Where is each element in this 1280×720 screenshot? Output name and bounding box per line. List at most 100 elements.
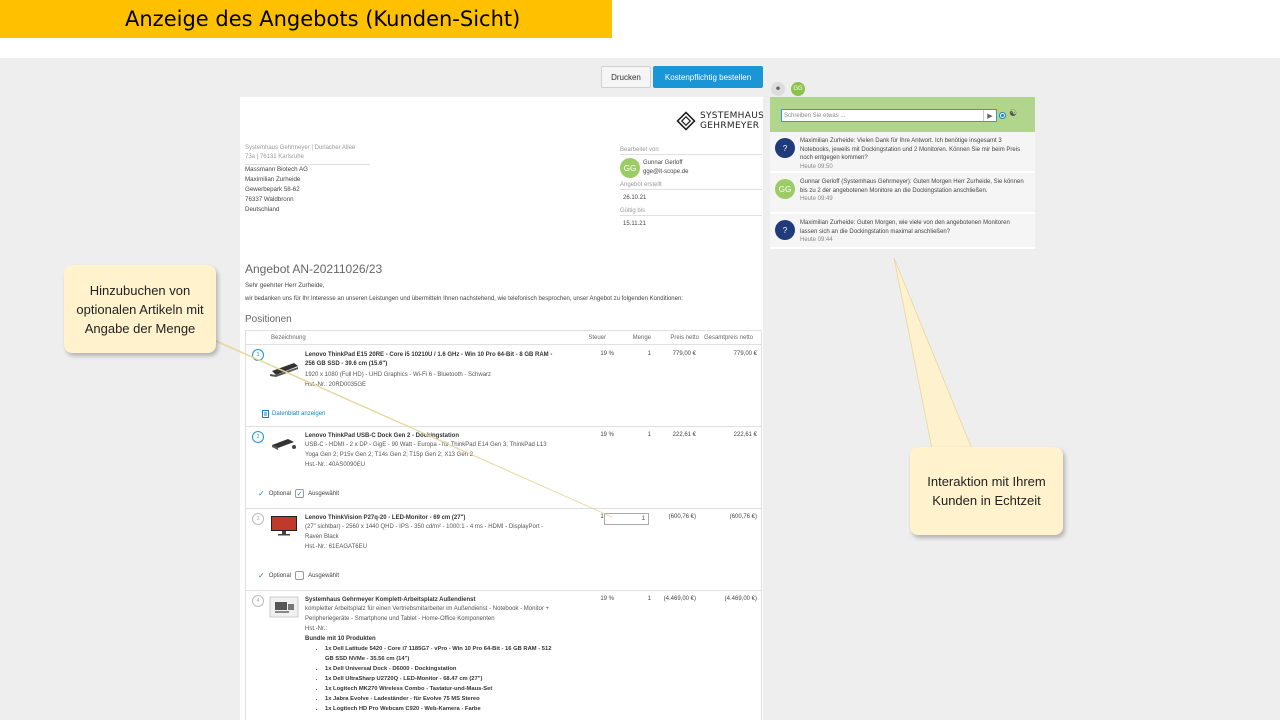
laptop-thumbnail [270, 363, 298, 377]
message-time: Heute 09:49 [800, 196, 833, 203]
user-avatar[interactable]: GG [791, 82, 805, 96]
bundle-list: Bundle mit 10 Produkten 1x Dell Latitude… [305, 634, 555, 714]
logo-line1: SYSTEMHAUS [700, 111, 763, 121]
editor-email[interactable]: gge@it-scope.de [643, 168, 688, 177]
row-net: 222,61 € [672, 432, 696, 438]
product-name: Lenovo ThinkPad E15 20RE - Core i5 10210… [305, 352, 553, 367]
positions-heading: Positionen [245, 314, 292, 325]
bundle-item: 1x Jabra Evolve - Ladeständer - für Evol… [325, 694, 555, 704]
table-row: 4 Systemhaus Gehrmeyer Komplett-Arbeitsp… [246, 591, 761, 720]
document-icon [262, 410, 269, 418]
row-tax: 19 % [600, 351, 614, 357]
callout-optional-items: Hinzubuchen von optionalen Artikeln mit … [64, 265, 216, 353]
offer-document: SYSTEMHAUS GEHRMEYER Systemhaus Gehrmeye… [240, 97, 763, 720]
message-body: Maximilian Zurheide: Vielen Dank für Ihr… [800, 138, 1021, 162]
row-net: (4.469,00 €) [663, 596, 696, 602]
col-qty: Menge [632, 334, 651, 341]
message-time: Heute 09:50 [800, 164, 833, 171]
company-logo: SYSTEMHAUS GEHRMEYER [676, 111, 763, 131]
selected-checkbox[interactable] [295, 571, 305, 580]
bundle-item: 1x Logitech MK270 Wireless Combo - Tasta… [325, 684, 555, 694]
quantity-input[interactable]: 1 [604, 513, 649, 525]
sender-line: Systemhaus Gehrmeyer | Durlacher Allee [245, 145, 356, 151]
row-net: (600,76 €) [668, 514, 696, 520]
row-number: 1 [252, 349, 264, 361]
row-number: 4 [252, 595, 264, 607]
message-time: Heute 09:44 [800, 237, 833, 244]
slide-title: Anzeige des Angebots (Kunden-Sicht) [125, 7, 521, 31]
callout-realtime-chat: Interaktion mit Ihrem Kunden in Echtzeit [910, 447, 1063, 535]
row-qty: 1 [647, 596, 651, 602]
bundle-item: 1x Dell Latitude 5420 - Core i7 1185G7 -… [325, 644, 555, 664]
print-button[interactable]: Drucken [601, 66, 651, 88]
recipient-line: Gewerbepark 58-62 [245, 186, 300, 193]
chat-message: GG Gunnar Gerloff (Systemhaus Gehrmeyer)… [770, 173, 1035, 214]
col-total: Gesamtpreis netto [703, 334, 753, 341]
order-button[interactable]: Kostenpflichtig bestellen [653, 66, 763, 88]
offer-meta: Bearbeitet von GG Gunnar Gerloff gge@it-… [620, 146, 762, 233]
bundle-item: 1x Dell Universal Dock - D6000 - Docking… [325, 664, 555, 674]
positions-table: Bezeichnung Steuer Menge Preis netto Ges… [245, 330, 762, 720]
datasheet-label: Datenblatt anzeigen [272, 411, 326, 417]
row-tax: 19 % [600, 596, 614, 602]
optional-label: Optional [268, 490, 292, 497]
intro-text: wir bedanken uns für Ihr Interesse an un… [245, 296, 683, 302]
monitor-thumbnail [271, 516, 297, 536]
message-body: Maximilian Zurheide: Guten Morgen, wie v… [800, 220, 1010, 235]
valid-label: Gültig bis [620, 207, 762, 216]
row-number: 2 [252, 431, 264, 443]
radio-button[interactable] [999, 112, 1006, 119]
recipient-line: Massmann Biotech AG [245, 166, 308, 173]
message-body: Gunnar Gerloff (Systemhaus Gehrmeyer): G… [800, 179, 1024, 194]
recipient-line: Maximilian Zurheide [245, 176, 301, 183]
user-status-icon[interactable]: ☻ [771, 82, 785, 96]
participants-icon[interactable]: ☯ [1009, 108, 1017, 119]
chat-message: ? Maximilian Zurheide: Vielen Dank für I… [770, 132, 1035, 173]
workstation-thumbnail [269, 596, 299, 618]
product-sku: Hst.-Nr.: 40AS0090EU [305, 462, 366, 468]
dock-thumbnail [272, 439, 296, 450]
customer-avatar: ? [775, 138, 795, 158]
logo-icon [676, 111, 696, 131]
table-row: 2 Lenovo ThinkPad USB-C Dock Gen 2 - Doc… [246, 427, 761, 509]
check-icon: ✓ [258, 489, 265, 498]
valid-date: 15.11.21 [623, 221, 646, 227]
row-total: 779,00 € [733, 351, 757, 357]
optional-label: Optional [268, 572, 292, 579]
send-icon[interactable]: ▶ [983, 110, 996, 121]
optional-line: ✓ Optional ✓ Ausgewählt [258, 489, 339, 498]
chat-input-bar: Schreiben Sie etwas ... ▶ ☯ [770, 97, 1035, 132]
product-desc: kompletter Arbeitsplatz für einen Vertri… [305, 606, 549, 622]
bundle-heading: Bundle mit 10 Produkten [305, 636, 376, 642]
message-text: Gunnar Gerloff (Systemhaus Gehrmeyer): G… [800, 178, 1025, 204]
row-number: 3 [252, 513, 264, 525]
recipient-line: 76337 Waldbronn [245, 196, 294, 203]
created-date: 26.10.21 [623, 195, 647, 201]
message-text: Maximilian Zurheide: Guten Morgen, wie v… [800, 219, 1025, 245]
optional-line: ✓ Optional Ausgewählt [258, 571, 339, 580]
sender-line: 73a | 76131 Karlsruhe [245, 154, 304, 160]
product-name: Lenovo ThinkPad USB-C Dock Gen 2 - Docki… [305, 433, 460, 439]
row-tax: 19 % [600, 432, 614, 438]
selected-label: Ausgewählt [308, 572, 340, 579]
customer-avatar: ? [775, 220, 795, 240]
top-icons: ☻ GG [771, 82, 805, 96]
selected-checkbox[interactable]: ✓ [295, 489, 305, 498]
product-desc: USB-C - HDMI - 2 x DP - GigE - 90 Watt -… [305, 442, 547, 458]
table-row: 1 Lenovo ThinkPad E15 20RE - Core i5 102… [246, 345, 761, 427]
row-total: (4.469,00 €) [724, 596, 757, 602]
product-name: Systemhaus Gehrmeyer Komplett-Arbeitspla… [305, 597, 476, 603]
product-sku: Hst.-Nr.: 61EAGAT6EU [305, 544, 367, 550]
selected-label: Ausgewählt [308, 490, 340, 497]
row-qty: 1 [647, 351, 651, 357]
chat-input[interactable]: Schreiben Sie etwas ... [781, 109, 997, 122]
created-label: Angebot erstellt [620, 181, 762, 190]
product-desc: (27" sichtbar) - 2560 x 1440 QHD - IPS -… [305, 524, 544, 540]
product-desc: 1920 x 1080 (Full HD) - UHD Graphics - W… [305, 372, 492, 378]
table-row: 3 Lenovo ThinkVision P27q-20 - LED-Monit… [246, 509, 761, 591]
chat-message: ? Maximilian Zurheide: Guten Morgen, wie… [770, 214, 1035, 249]
row-total: (600,76 €) [729, 514, 757, 520]
datasheet-link[interactable]: Datenblatt anzeigen [262, 410, 325, 418]
agent-avatar: GG [775, 179, 795, 199]
offer-title: Angebot AN-20211026/23 [245, 262, 383, 276]
